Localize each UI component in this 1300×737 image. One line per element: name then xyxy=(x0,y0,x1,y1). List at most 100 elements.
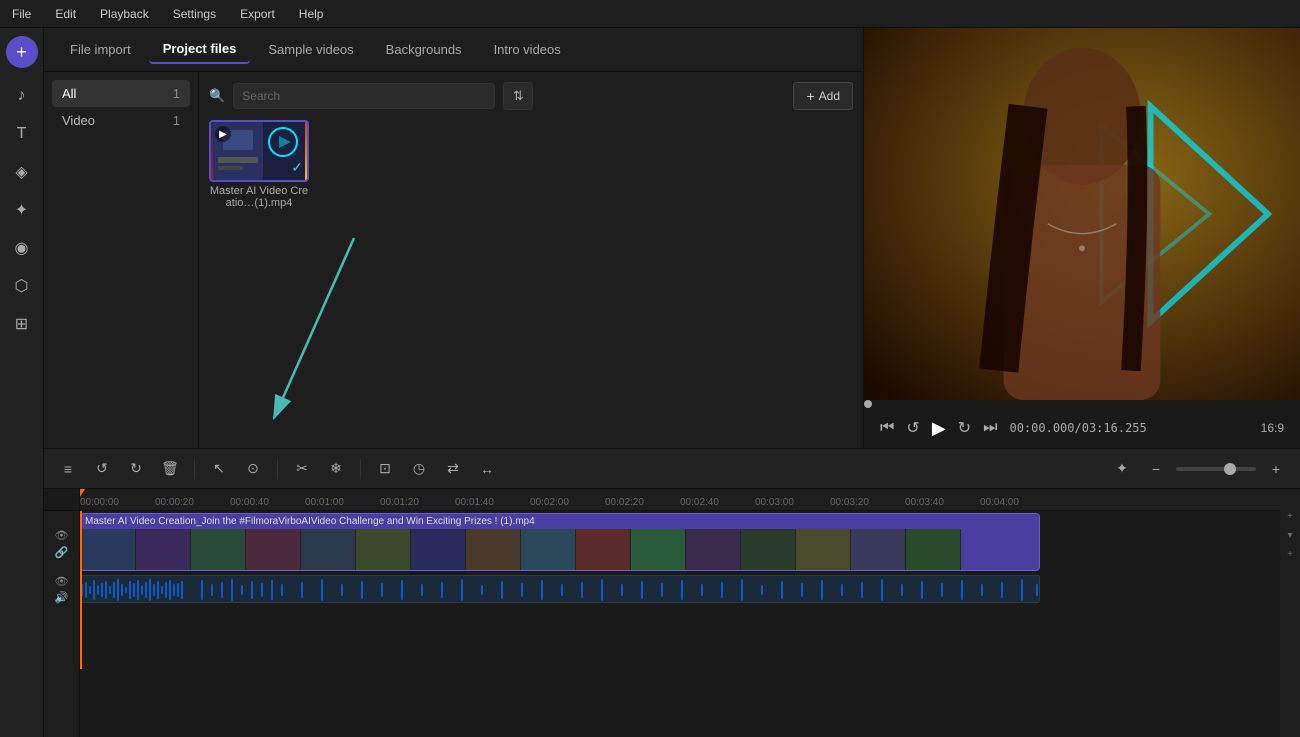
frame-thumb xyxy=(356,529,411,571)
freeze-button[interactable]: ❄ xyxy=(322,455,350,483)
preview-svg xyxy=(864,28,1300,400)
category-all-label: All xyxy=(62,86,76,101)
undo-button[interactable]: ↺ xyxy=(88,455,116,483)
tab-project-files[interactable]: Project files xyxy=(149,35,251,64)
speed-button[interactable]: ◷ xyxy=(405,455,433,483)
sidebar-text[interactable]: T xyxy=(6,118,38,150)
clip-frames xyxy=(81,529,1039,571)
snap-button[interactable]: ⊙ xyxy=(239,455,267,483)
preview-video xyxy=(864,28,1300,400)
ai-button[interactable]: ✦ xyxy=(1108,455,1136,483)
ruler-mark-12: 00:04:00 xyxy=(980,497,1019,508)
delete-button[interactable]: 🗑 xyxy=(156,455,184,483)
tab-file-import[interactable]: File import xyxy=(56,36,145,63)
video-track-row: Master AI Video Creation_Join the #Filmo… xyxy=(80,511,1280,573)
track-add-icon[interactable]: + xyxy=(1287,511,1293,522)
color-button[interactable]: ⇄ xyxy=(439,455,467,483)
ruler-mark-5: 00:01:40 xyxy=(455,497,494,508)
list-item[interactable]: ✓ ▶ Master AI Video Creatio…(1).mp4 xyxy=(209,120,309,209)
menubar: File Edit Playback Settings Export Help xyxy=(0,0,1300,28)
frame-thumb xyxy=(741,529,796,571)
timeline-settings-button[interactable]: ≡ xyxy=(54,455,82,483)
ruler-mark-3: 00:01:00 xyxy=(305,497,344,508)
frame-thumb xyxy=(686,529,741,571)
add-new-button[interactable]: + xyxy=(6,36,38,68)
zoom-in-button[interactable]: + xyxy=(1262,455,1290,483)
timeline: ≡ ↺ ↻ 🗑 ↖ ⊙ ✂ ❄ ⊡ ◷ ⇄ ↔ ✦ − xyxy=(44,448,1300,737)
playhead-arrow xyxy=(80,511,84,513)
menu-export[interactable]: Export xyxy=(236,5,279,23)
frame-thumb xyxy=(576,529,631,571)
file-name: Master AI Video Creatio…(1).mp4 xyxy=(209,185,309,209)
menu-help[interactable]: Help xyxy=(295,5,328,23)
audio-eye-icon[interactable]: 👁 xyxy=(55,575,69,588)
category-all-count: 1 xyxy=(173,86,180,101)
ruler-mark-0: 00:00:00 xyxy=(80,497,119,508)
content: File import Project files Sample videos … xyxy=(44,28,1300,737)
zoom-out-button[interactable]: − xyxy=(1142,455,1170,483)
skip-to-start-button[interactable]: ⏮ xyxy=(880,419,894,437)
empty-track-row-2 xyxy=(80,639,1280,669)
tab-intro-videos[interactable]: Intro videos xyxy=(480,36,575,63)
transform-button[interactable]: ↔ xyxy=(473,455,501,483)
sidebar-sticker[interactable]: ✦ xyxy=(6,194,38,226)
playhead-position xyxy=(864,400,872,408)
frame-thumb xyxy=(246,529,301,571)
redo-button[interactable]: ↻ xyxy=(122,455,150,483)
timeline-progress-bar[interactable] xyxy=(864,400,1300,408)
timeline-scroll-area[interactable]: 00:00:00 00:00:20 00:00:40 00:01:00 00:0… xyxy=(80,489,1280,737)
menu-file[interactable]: File xyxy=(8,5,35,23)
sidebar-music[interactable]: ♪ xyxy=(6,80,38,112)
track-link-icon[interactable]: 🔗 xyxy=(55,546,69,559)
arrow-select-button[interactable]: ↖ xyxy=(205,455,233,483)
timeline-body: 👁 🔗 👁 🔊 00: xyxy=(44,489,1300,737)
audio-clip[interactable]: // This won't execute but represents int… xyxy=(80,575,1040,603)
sidebar-filters[interactable]: ◉ xyxy=(6,232,38,264)
ruler-mark-4: 00:01:20 xyxy=(380,497,419,508)
frame-thumb xyxy=(136,529,191,571)
play-pause-button[interactable]: ▶ xyxy=(932,418,946,439)
plus-icon: + xyxy=(806,88,814,104)
audio-add-icon[interactable]: + xyxy=(1287,549,1293,560)
fast-forward-button[interactable]: ↻ xyxy=(958,418,971,438)
skip-to-end-button[interactable]: ⏭ xyxy=(983,419,997,437)
menu-settings[interactable]: Settings xyxy=(169,5,220,23)
frame-thumb xyxy=(906,529,961,571)
add-media-button[interactable]: + Add xyxy=(793,82,853,110)
track-collapse-icon[interactable]: ▾ xyxy=(1287,530,1292,541)
empty-track-row-1 xyxy=(80,609,1280,639)
add-label: Add xyxy=(819,89,840,103)
category-all[interactable]: All 1 xyxy=(52,80,190,107)
track-eye-icon[interactable]: 👁 xyxy=(55,529,69,542)
search-input[interactable] xyxy=(233,83,495,109)
crop-button[interactable]: ⊡ xyxy=(371,455,399,483)
category-video-count: 1 xyxy=(173,113,180,128)
zoom-thumb[interactable] xyxy=(1224,463,1236,475)
menu-edit[interactable]: Edit xyxy=(51,5,80,23)
file-grid: ✓ ▶ Master AI Video Creatio…(1).mp4 xyxy=(209,120,853,209)
frame-thumb xyxy=(81,529,136,571)
ruler-mark-7: 00:02:20 xyxy=(605,497,644,508)
file-thumbnail[interactable]: ✓ ▶ xyxy=(209,120,309,182)
category-video[interactable]: Video 1 xyxy=(52,107,190,134)
tab-sample-videos[interactable]: Sample videos xyxy=(254,36,367,63)
total-time: 03:16.255 xyxy=(1082,421,1147,435)
frame-thumb xyxy=(851,529,906,571)
preview-controls: ⏮ ↺ ▶ ↻ ⏭ 00:00.000/03:16.255 16:9 xyxy=(864,408,1300,448)
sidebar-grid[interactable]: ⊞ xyxy=(6,308,38,340)
cut-button[interactable]: ✂ xyxy=(288,455,316,483)
sidebar-effects[interactable]: ◈ xyxy=(6,156,38,188)
play-icon: ▶ xyxy=(215,126,231,142)
menu-playback[interactable]: Playback xyxy=(96,5,153,23)
rewind-button[interactable]: ↺ xyxy=(906,418,919,438)
time-display: 00:00.000/03:16.255 xyxy=(1009,421,1146,435)
frame-thumb xyxy=(301,529,356,571)
tab-backgrounds[interactable]: Backgrounds xyxy=(372,36,476,63)
audio-vol-icon[interactable]: 🔊 xyxy=(55,591,69,604)
video-clip[interactable]: Master AI Video Creation_Join the #Filmo… xyxy=(80,513,1040,571)
frame-thumb xyxy=(191,529,246,571)
app: + ♪ T ◈ ✦ ◉ ⬡ ⊞ File import Project file… xyxy=(0,28,1300,737)
zoom-slider[interactable] xyxy=(1176,467,1256,471)
sort-button[interactable]: ⇅ xyxy=(503,82,533,110)
sidebar-mask[interactable]: ⬡ xyxy=(6,270,38,302)
